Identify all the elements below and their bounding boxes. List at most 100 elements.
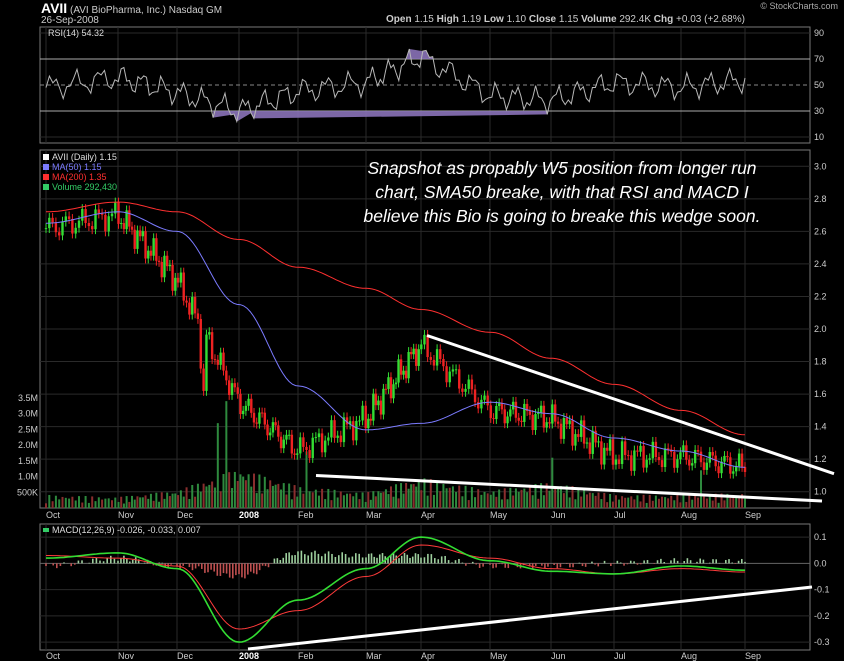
macd-histogram-bar xyxy=(373,556,376,564)
volume-bar xyxy=(250,486,253,508)
price-candle xyxy=(122,223,126,230)
price-annotation: Snapshot as propably W5 position from lo… xyxy=(367,158,756,178)
macd-histogram-bar xyxy=(297,551,299,564)
macd-histogram-bar xyxy=(261,563,264,566)
macd-histogram-bar xyxy=(636,563,639,565)
price-candle xyxy=(486,395,489,406)
volume-bar xyxy=(358,499,361,508)
volume-bar xyxy=(528,485,531,508)
volume-bar xyxy=(288,483,291,508)
price-candle xyxy=(423,334,426,345)
volume-bar xyxy=(342,495,345,508)
volume-bar xyxy=(228,472,231,508)
volume-bar xyxy=(166,492,169,508)
volume-bar xyxy=(400,483,403,508)
price-candle xyxy=(369,418,373,421)
macd-histogram-bar xyxy=(559,563,562,568)
price-candle xyxy=(155,238,158,261)
macd-panel xyxy=(39,523,811,651)
macd-histogram-bar xyxy=(216,563,219,576)
x-axis-label: Mar xyxy=(366,510,382,520)
volume-bar xyxy=(583,489,586,508)
rsi-tick-label: 10 xyxy=(814,132,824,142)
price-candle xyxy=(274,422,277,426)
price-candle xyxy=(605,447,609,451)
macd-histogram-bar xyxy=(653,563,655,564)
price-candle xyxy=(163,255,166,278)
macd-histogram-bar xyxy=(264,563,267,567)
volume-bar xyxy=(158,501,161,508)
volume-bar xyxy=(120,496,123,508)
price-candle xyxy=(603,447,606,465)
price-candle xyxy=(657,457,661,461)
price-candle xyxy=(711,452,714,456)
volume-bar xyxy=(474,497,477,508)
macd-histogram-bar xyxy=(616,560,619,564)
macd-histogram-bar xyxy=(626,563,629,565)
volume-bar xyxy=(117,501,120,508)
volume-bar xyxy=(423,478,426,508)
macd-histogram-bar xyxy=(367,553,370,564)
volume-bar xyxy=(630,496,633,508)
price-candle xyxy=(520,420,523,422)
price-candle xyxy=(230,383,234,395)
macd-histogram-bar xyxy=(102,561,105,564)
price-candle xyxy=(149,250,153,256)
price-candle xyxy=(282,439,285,449)
macd-histogram-bar xyxy=(348,557,350,564)
volume-tick-label: 500K xyxy=(17,487,38,497)
legend-swatch xyxy=(43,528,49,532)
macd-histogram-bar xyxy=(201,563,203,569)
macd-histogram-bar xyxy=(482,563,484,567)
price-candle xyxy=(702,462,706,470)
x-axis-label: Oct xyxy=(46,510,61,520)
price-candle xyxy=(104,214,107,232)
price-candle xyxy=(409,351,413,355)
macd-histogram-bar xyxy=(640,563,642,565)
volume-bar xyxy=(216,423,219,508)
price-candle xyxy=(165,255,169,267)
volume-bar xyxy=(548,490,551,508)
price-candle xyxy=(219,352,222,365)
macd-histogram-bar xyxy=(370,553,373,564)
price-candle xyxy=(157,260,161,262)
macd-histogram-bar xyxy=(465,563,467,566)
volume-bar xyxy=(455,491,458,508)
price-candle xyxy=(617,459,621,465)
macd-histogram-bar xyxy=(553,563,555,565)
price-candle xyxy=(117,202,120,224)
x-axis-label: Nov xyxy=(118,510,135,520)
volume-bar xyxy=(531,495,534,508)
price-candle xyxy=(630,455,633,471)
macd-histogram-bar xyxy=(451,562,453,564)
macd-histogram-bar xyxy=(294,555,296,564)
volume-bar xyxy=(609,493,612,508)
legend-entry: AVII (Daily) 1.15 xyxy=(52,152,117,162)
volume-bar xyxy=(697,497,700,508)
x-axis-label: Dec xyxy=(177,510,194,520)
macd-histogram-bar xyxy=(81,560,83,564)
volume-bar xyxy=(369,499,372,508)
volume-bar xyxy=(377,491,380,508)
price-candle xyxy=(623,441,627,456)
volume-bar xyxy=(125,496,128,508)
price-candle xyxy=(559,423,563,439)
volume-bar xyxy=(74,500,77,508)
volume-bar xyxy=(520,489,523,508)
macd-tick-label: 0.1 xyxy=(814,532,827,542)
price-candle xyxy=(324,440,327,453)
macd-histogram-bar xyxy=(376,557,378,564)
volume-bar xyxy=(122,503,125,508)
price-candle xyxy=(91,226,94,230)
price-candle xyxy=(94,209,97,230)
macd-tick-label: -0.3 xyxy=(814,637,830,647)
volume-bar xyxy=(667,498,670,508)
macd-histogram-bar xyxy=(95,557,98,564)
macd-histogram-bar xyxy=(378,554,381,564)
volume-bar xyxy=(661,496,664,508)
price-candle xyxy=(633,450,636,471)
macd-histogram-bar xyxy=(45,563,47,566)
volume-bar xyxy=(114,497,117,508)
price-candle xyxy=(247,398,250,406)
volume-bar xyxy=(258,474,261,508)
